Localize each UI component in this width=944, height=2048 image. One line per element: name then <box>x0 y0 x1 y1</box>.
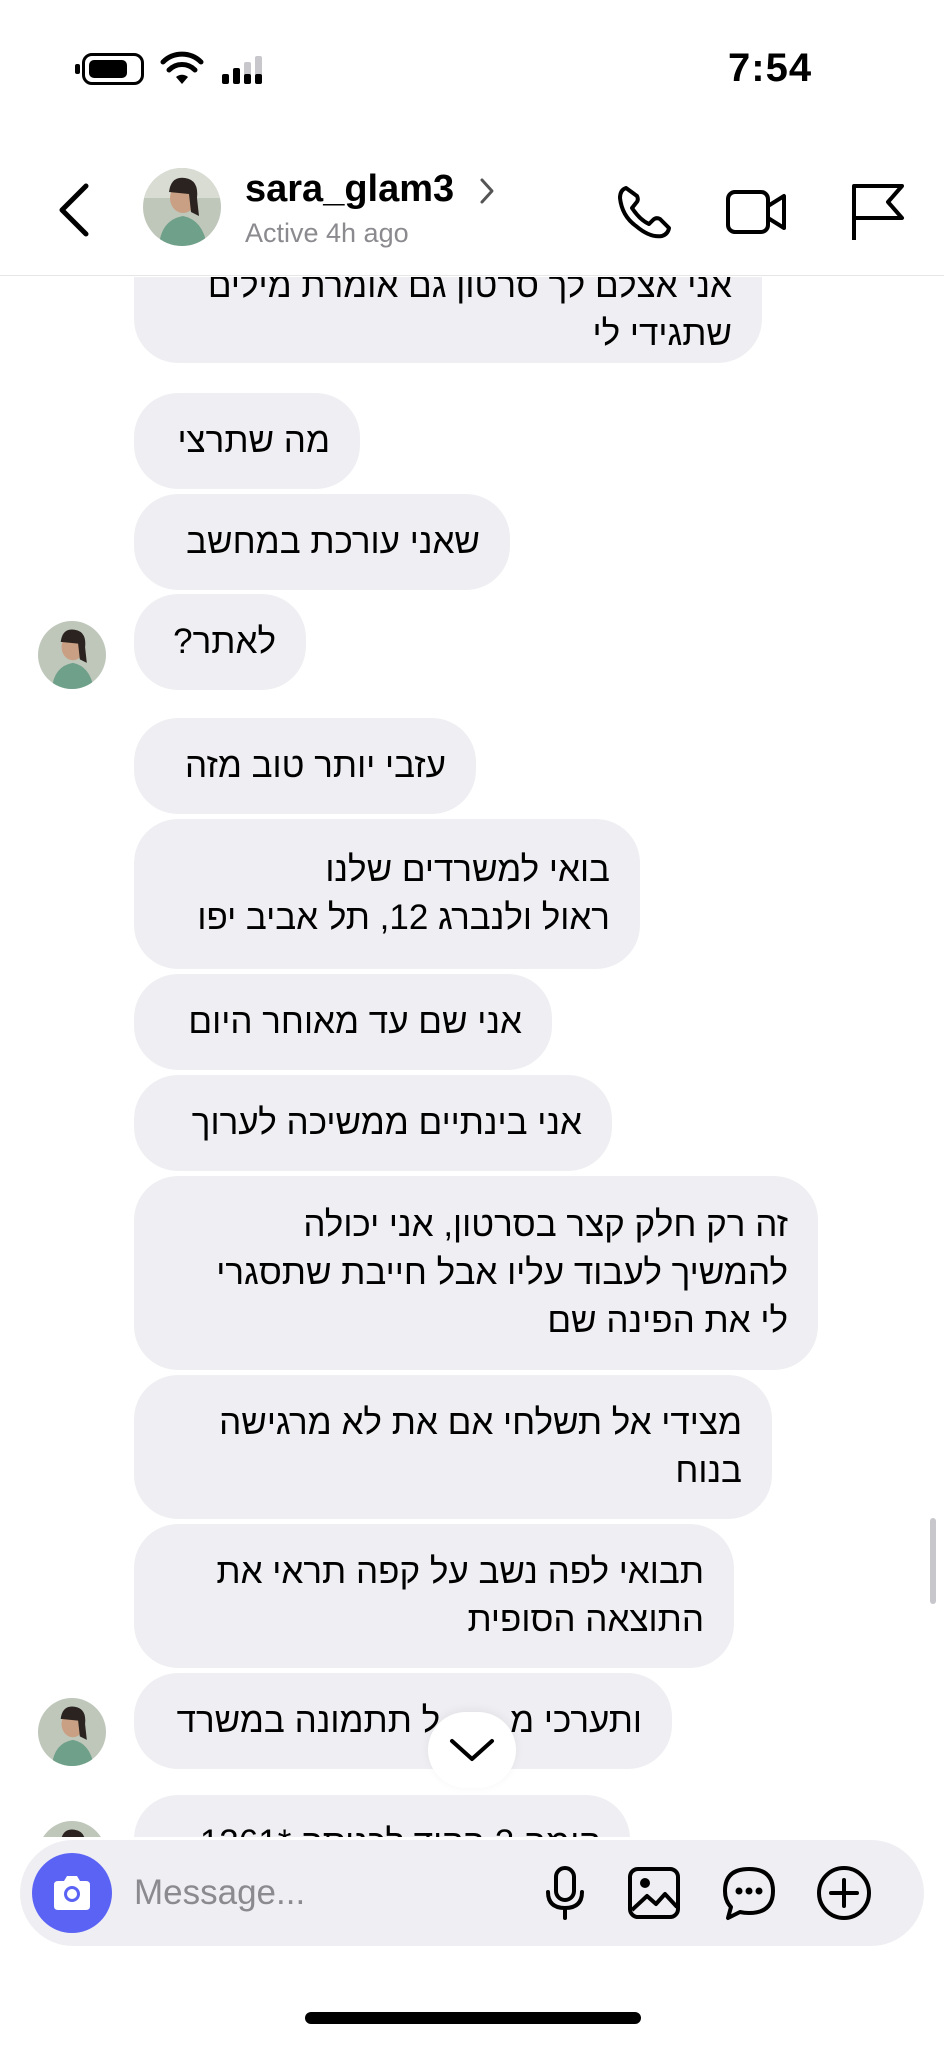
message-bubble[interactable]: ותערכי מ ל תתמונה במשרד <box>134 1673 672 1769</box>
scrollbar[interactable] <box>930 1518 936 1604</box>
message-bubble[interactable]: לאתר? <box>134 594 306 690</box>
message-text: מצידי אל תשלחי אם את לא מרגישה בנוח <box>219 1403 742 1490</box>
cellular-signal-icon <box>222 56 262 84</box>
message-text: שאני עורכת במחשב <box>186 522 480 561</box>
message-bubble[interactable]: עזבי יותר טוב מזה <box>134 718 476 814</box>
chevron-right-icon[interactable] <box>476 174 498 208</box>
message-bubble[interactable]: תבואי לפה נשב על קפה תראי את התוצאה הסופ… <box>134 1524 734 1668</box>
sticker-icon[interactable] <box>720 1864 778 1922</box>
message-bubble[interactable]: מצידי אל תשלחי אם את לא מרגישה בנוח <box>134 1375 772 1519</box>
message-text: אני שם עד מאוחר היום <box>188 1002 522 1041</box>
chat-header: sara_glam3 Active 4h ago <box>0 140 944 276</box>
scroll-to-bottom-button[interactable] <box>428 1712 516 1788</box>
message-bubble[interactable]: שאני עורכת במחשב <box>134 494 510 590</box>
message-bubble[interactable]: בואי למשרדים שלנו ראול ולנברג 12, תל אבי… <box>134 819 640 969</box>
message-bubble[interactable]: אני שם עד מאוחר היום <box>134 974 552 1070</box>
message-text: אני בינתיים ממשיכה לערוך <box>191 1103 582 1142</box>
message-text-part: ל תתמונה במשרד <box>176 1701 441 1740</box>
sender-avatar[interactable] <box>38 621 106 689</box>
sender-avatar[interactable] <box>38 1821 106 1837</box>
microphone-icon[interactable] <box>536 1864 594 1922</box>
message-text: מה שתרצי <box>177 421 330 460</box>
active-status: Active 4h ago <box>245 218 409 248</box>
message-composer <box>20 1840 924 1946</box>
message-text: זה רק חלק קצר בסרטון, אני יכולה להמשיך ל… <box>216 1205 788 1340</box>
message-text: ותערכי מ ל תתמונה במשרד <box>177 1697 642 1745</box>
message-text: אני אצלם לך סרטון גם אומרת מילים שתגידי … <box>207 277 732 353</box>
message-bubble[interactable]: אני בינתיים ממשיכה לערוך <box>134 1075 612 1171</box>
back-chevron-icon[interactable] <box>52 180 102 240</box>
wifi-icon <box>160 51 204 84</box>
message-text: קומה 3 הקוד לכניסה *1361 <box>200 1819 600 1837</box>
message-bubble[interactable]: אני אצלם לך סרטון גם אומרת מילים שתגידי … <box>134 277 762 363</box>
status-bar: 7:54 <box>0 0 944 140</box>
chat-username[interactable]: sara_glam3 <box>245 168 454 211</box>
flag-icon[interactable] <box>846 180 910 244</box>
message-bubble[interactable]: קומה 3 הקוד לכניסה *1361 <box>134 1795 630 1837</box>
message-bubble[interactable]: מה שתרצי <box>134 393 360 489</box>
message-text-part: ותערכי מ <box>510 1701 642 1740</box>
camera-icon <box>54 1876 90 1910</box>
message-text: לאתר? <box>173 622 276 661</box>
status-time: 7:54 <box>728 46 813 90</box>
battery-icon <box>75 53 144 85</box>
message-text: תבואי לפה נשב על קפה תראי את התוצאה הסופ… <box>216 1552 704 1639</box>
message-bubble[interactable]: זה רק חלק קצר בסרטון, אני יכולה להמשיך ל… <box>134 1176 818 1370</box>
video-camera-icon[interactable] <box>724 180 788 244</box>
message-input[interactable] <box>134 1864 534 1922</box>
profile-avatar[interactable] <box>143 168 221 246</box>
sender-avatar[interactable] <box>38 1698 106 1766</box>
message-text: עזבי יותר טוב מזה <box>185 746 446 785</box>
home-indicator[interactable] <box>305 2012 641 2024</box>
phone-icon[interactable] <box>612 180 676 244</box>
camera-button[interactable] <box>32 1853 112 1933</box>
message-list[interactable]: אני אצלם לך סרטון גם אומרת מילים שתגידי … <box>0 277 944 1837</box>
plus-icon[interactable] <box>815 1864 873 1922</box>
gallery-icon[interactable] <box>625 1864 683 1922</box>
message-text: בואי למשרדים שלנו ראול ולנברג 12, תל אבי… <box>197 850 610 937</box>
chevron-down-icon <box>450 1739 494 1761</box>
